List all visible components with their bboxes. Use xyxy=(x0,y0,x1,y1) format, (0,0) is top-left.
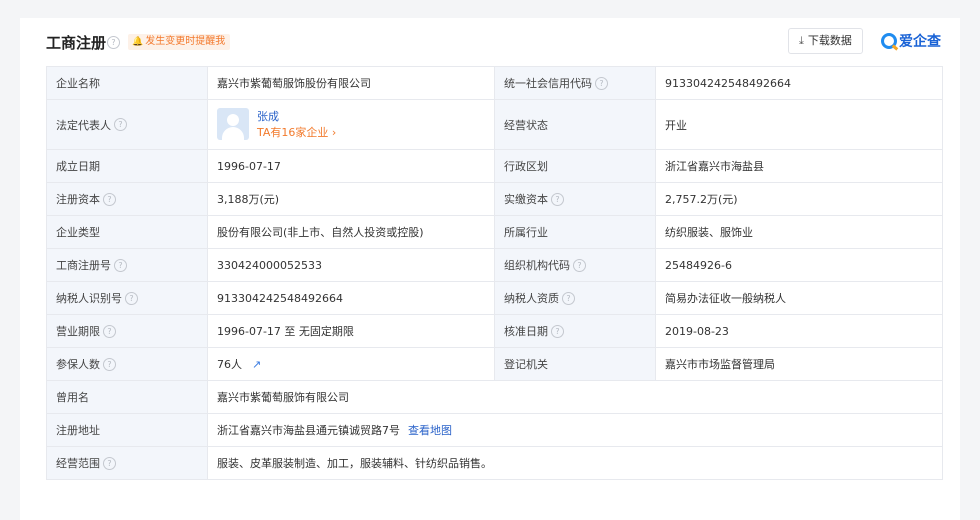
table-row: 曾用名 嘉兴市紫葡萄服饰有限公司 xyxy=(46,380,943,414)
credit-code-value: 913304242548492664 xyxy=(655,66,943,100)
field-label: 注册资本? xyxy=(46,182,208,216)
table-row: 经营范围? 服装、皮革服装制造、加工，服装辅料、针纺织品销售。 xyxy=(46,446,943,480)
help-icon[interactable]: ? xyxy=(595,76,608,90)
table-row: 纳税人识别号? 913304242548492664 纳税人资质? 简易办法征收… xyxy=(46,281,943,315)
region-value: 浙江省嘉兴市海盐县 xyxy=(655,149,943,183)
field-label: 组织机构代码? xyxy=(494,248,656,282)
established-date-value: 1996-07-17 xyxy=(207,149,495,183)
table-row: 成立日期 1996-07-17 行政区划 浙江省嘉兴市海盐县 xyxy=(46,149,943,183)
registration-authority-value: 嘉兴市市场监督管理局 xyxy=(655,347,943,381)
registration-number-value: 330424000052533 xyxy=(207,248,495,282)
former-name-value: 嘉兴市紫葡萄服饰有限公司 xyxy=(207,380,943,414)
legal-rep-name-link[interactable]: 张成 xyxy=(257,108,279,124)
chevron-right-icon: › xyxy=(331,126,337,139)
registration-table: 企业名称 嘉兴市紫葡萄服饰股份有限公司 统一社会信用代码? 9133042425… xyxy=(46,66,943,480)
help-icon[interactable]: ? xyxy=(103,357,116,371)
registered-address-value: 浙江省嘉兴市海盐县通元镇诚贸路7号 xyxy=(217,424,400,437)
avatar-icon[interactable] xyxy=(217,108,249,140)
help-icon[interactable]: ? xyxy=(103,456,116,470)
field-label: 行政区划 xyxy=(494,149,656,183)
download-data-button[interactable]: ⤓ 下载数据 xyxy=(788,28,863,54)
paid-capital-value: 2,757.2万(元) xyxy=(655,182,943,216)
table-row: 营业期限? 1996-07-17 至 无固定期限 核准日期? 2019-08-2… xyxy=(46,314,943,348)
field-label: 营业期限? xyxy=(46,314,208,348)
table-row: 企业类型 股份有限公司(非上市、自然人投资或控股) 所属行业 纺织服装、服饰业 xyxy=(46,215,943,249)
help-icon[interactable]: ? xyxy=(125,291,138,305)
field-label: 经营状态 xyxy=(494,99,656,150)
change-reminder-label: 发生变更时提醒我 xyxy=(145,36,226,47)
company-name-value: 嘉兴市紫葡萄服饰股份有限公司 xyxy=(207,66,495,100)
field-label: 统一社会信用代码? xyxy=(494,66,656,100)
section-header: 工商注册 ? 🔔 发生变更时提醒我 ⤓ 下载数据 爱企查 xyxy=(20,18,960,66)
field-label: 纳税人识别号? xyxy=(46,281,208,315)
field-label: 核准日期? xyxy=(494,314,656,348)
field-label: 所属行业 xyxy=(494,215,656,249)
field-label: 工商注册号? xyxy=(46,248,208,282)
org-code-value: 25484926-6 xyxy=(655,248,943,282)
registered-capital-value: 3,188万(元) xyxy=(207,182,495,216)
field-label: 实缴资本? xyxy=(494,182,656,216)
field-label: 经营范围? xyxy=(46,446,208,480)
industry-value: 纺织服装、服饰业 xyxy=(655,215,943,249)
table-row: 参保人数? 76人 ↗ 登记机关 嘉兴市市场监督管理局 xyxy=(46,347,943,381)
field-label: 企业名称 xyxy=(46,66,208,100)
field-label: 注册地址 xyxy=(46,413,208,447)
legal-rep-cell: 张成 TA有16家企业 › xyxy=(207,99,495,150)
registered-address-cell: 浙江省嘉兴市海盐县通元镇诚贸路7号 查看地图 xyxy=(207,413,943,447)
related-companies-link[interactable]: TA有16家企业 › xyxy=(257,124,336,140)
table-row: 注册地址 浙江省嘉兴市海盐县通元镇诚贸路7号 查看地图 xyxy=(46,413,943,447)
bell-icon: 🔔 xyxy=(132,37,144,47)
table-row: 法定代表人? 张成 TA有16家企业 › 经营状态 开业 xyxy=(46,99,943,150)
insured-count-value: 76人 ↗ xyxy=(207,347,495,381)
trend-chart-icon[interactable]: ↗ xyxy=(252,358,261,371)
field-label: 曾用名 xyxy=(46,380,208,414)
field-label: 纳税人资质? xyxy=(494,281,656,315)
field-label: 参保人数? xyxy=(46,347,208,381)
taxpayer-qualification-value: 简易办法征收一般纳税人 xyxy=(655,281,943,315)
field-label: 企业类型 xyxy=(46,215,208,249)
help-icon[interactable]: ? xyxy=(103,192,116,206)
table-row: 注册资本? 3,188万(元) 实缴资本? 2,757.2万(元) xyxy=(46,182,943,216)
change-reminder-button[interactable]: 🔔 发生变更时提醒我 xyxy=(128,34,231,50)
approval-date-value: 2019-08-23 xyxy=(655,314,943,348)
brand-logo: 爱企查 xyxy=(881,30,941,52)
field-label: 法定代表人? xyxy=(46,99,208,150)
brand-logo-icon xyxy=(881,32,897,49)
business-scope-value: 服装、皮革服装制造、加工，服装辅料、针纺织品销售。 xyxy=(207,446,943,480)
download-icon: ⤓ xyxy=(799,34,804,47)
field-label: 成立日期 xyxy=(46,149,208,183)
help-icon[interactable]: ? xyxy=(551,192,564,206)
help-icon[interactable]: ? xyxy=(562,291,575,305)
business-term-value: 1996-07-17 至 无固定期限 xyxy=(207,314,495,348)
section-title: 工商注册 xyxy=(46,34,107,52)
help-icon[interactable]: ? xyxy=(103,324,116,338)
business-registration-card: 工商注册 ? 🔔 发生变更时提醒我 ⤓ 下载数据 爱企查 企业名称 嘉兴市紫葡萄服饰… xyxy=(20,18,960,520)
table-row: 工商注册号? 330424000052533 组织机构代码? 25484926-… xyxy=(46,248,943,282)
taxpayer-id-value: 913304242548492664 xyxy=(207,281,495,315)
help-icon[interactable]: ? xyxy=(114,118,127,131)
download-label: 下载数据 xyxy=(807,34,852,47)
view-map-link[interactable]: 查看地图 xyxy=(408,424,452,437)
help-icon[interactable]: ? xyxy=(114,258,127,272)
help-icon[interactable]: ? xyxy=(551,324,564,338)
help-icon[interactable]: ? xyxy=(107,36,120,49)
brand-name: 爱企查 xyxy=(899,33,941,50)
business-status-value: 开业 xyxy=(655,99,943,150)
help-icon[interactable]: ? xyxy=(573,258,586,272)
company-type-value: 股份有限公司(非上市、自然人投资或控股) xyxy=(207,215,495,249)
field-label: 登记机关 xyxy=(494,347,656,381)
table-row: 企业名称 嘉兴市紫葡萄服饰股份有限公司 统一社会信用代码? 9133042425… xyxy=(46,66,943,100)
